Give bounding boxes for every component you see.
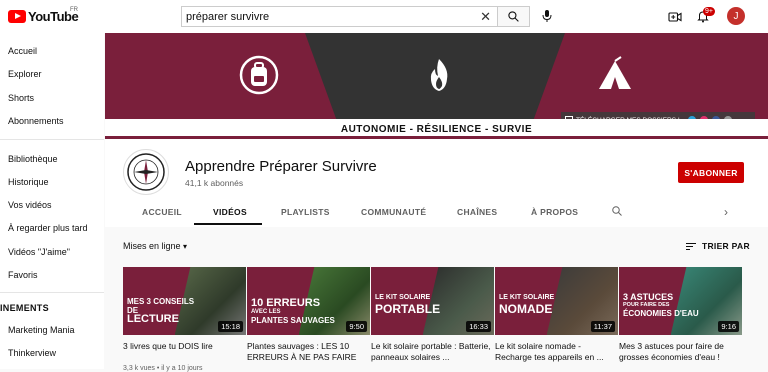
search-icon (508, 11, 519, 22)
notification-badge: 9+ (703, 7, 715, 16)
thumbnail-text: 3 ASTUCES POUR FAIRE DES ÉCONOMIES D'EAU (623, 292, 699, 319)
video-duration: 9:50 (346, 321, 367, 332)
video-camera-plus-icon (668, 12, 682, 22)
sidebar-subscription-item[interactable]: Marketing Mania (8, 325, 75, 335)
search-button[interactable] (497, 6, 530, 27)
logo-country: FR (70, 7, 78, 13)
sidebar-item-liked-videos[interactable]: Vidéos "J'aime" (8, 247, 70, 257)
subscribe-button[interactable]: S'ABONNER (678, 162, 744, 183)
thumbnail-text: 10 ERREURS AVEC LES PLANTES SAUVAGES (251, 297, 335, 325)
thumbnail-text: LE KIT SOLAIRE PORTABLE (375, 293, 440, 316)
thumbnail-line: NOMADE (499, 302, 553, 316)
channel-banner: TÉLÉCHARGER MES DOSSIERS ! AUTONOMIE - R… (105, 33, 768, 139)
video-card[interactable]: LE KIT SOLAIRE NOMADE 11:37 Le kit solai… (495, 267, 618, 363)
sidebar-item-library[interactable]: Bibliothèque (8, 154, 58, 164)
channel-avatar[interactable] (123, 149, 169, 195)
video-duration: 15:18 (218, 321, 243, 332)
sidebar-item-your-videos[interactable]: Vos vidéos (8, 200, 52, 210)
sidebar-item-favorites[interactable]: Favoris (8, 270, 38, 280)
video-title[interactable]: Mes 3 astuces pour faire de grosses écon… (619, 341, 742, 363)
sidebar-subscription-item[interactable]: Thinkerview (8, 348, 56, 358)
thumbnail-line: 3 ASTUCES (623, 292, 674, 302)
tab-about[interactable]: À PROPOS (531, 207, 578, 217)
sidebar-item-watch-later[interactable]: À regarder plus tard (8, 223, 88, 233)
thumbnail-line: PORTABLE (375, 302, 441, 316)
voice-search-button[interactable] (541, 9, 553, 28)
search-box: ✕ (181, 6, 498, 27)
filter-row: Mises en ligne ▾ TRIER PAR (105, 227, 768, 265)
youtube-play-icon (8, 10, 26, 23)
microphone-icon (542, 10, 552, 22)
sidebar: Accueil Explorer Shorts Abonnements Bibl… (0, 33, 104, 369)
thumbnail-line: POUR FAIRE DES (623, 302, 670, 308)
sort-label: TRIER PAR (702, 241, 750, 251)
account-avatar[interactable]: J (727, 7, 745, 25)
compass-logo-icon (127, 153, 165, 191)
thumbnail-line: MES 3 CONSEILS (127, 297, 195, 306)
tab-videos[interactable]: VIDÉOS (213, 207, 247, 217)
channel-name: Apprendre Préparer Survivre (185, 158, 377, 175)
video-title[interactable]: 3 livres que tu DOIS lire (123, 341, 246, 363)
active-tab-indicator (194, 223, 262, 225)
sidebar-divider (0, 139, 104, 140)
thumbnail-line: ÉCONOMIES D'EAU (623, 309, 699, 318)
banner-motto: AUTONOMIE - RÉSILIENCE - SURVIE (340, 123, 533, 135)
video-duration: 16:33 (466, 321, 491, 332)
sidebar-item-history[interactable]: Historique (8, 177, 49, 187)
backpack-icon (239, 55, 279, 95)
top-bar: YouTube FR ✕ 9+ J (0, 0, 768, 33)
thumbnail-text: MES 3 CONSEILS DE LECTURE (127, 297, 195, 325)
chevron-down-icon: ▾ (183, 242, 188, 251)
fire-icon (430, 59, 448, 91)
sidebar-divider (0, 292, 104, 293)
video-title[interactable]: Le kit solaire nomade - Recharge tes app… (495, 341, 618, 363)
video-card[interactable]: LE KIT SOLAIRE PORTABLE 16:33 Le kit sol… (371, 267, 494, 363)
video-title[interactable]: Le kit solaire portable : Batterie, pann… (371, 341, 494, 363)
tab-channels[interactable]: CHAÎNES (457, 207, 497, 217)
sidebar-item-subscriptions[interactable]: Abonnements (8, 116, 64, 126)
video-thumbnail[interactable]: 10 ERREURS AVEC LES PLANTES SAUVAGES 9:5… (247, 267, 370, 335)
video-thumbnail[interactable]: 3 ASTUCES POUR FAIRE DES ÉCONOMIES D'EAU… (619, 267, 742, 335)
sidebar-item-shorts[interactable]: Shorts (8, 93, 34, 103)
tab-home[interactable]: ACCUEIL (142, 207, 182, 217)
uploads-label: Mises en ligne (123, 241, 181, 251)
video-card[interactable]: MES 3 CONSEILS DE LECTURE 15:18 3 livres… (123, 267, 246, 372)
thumbnail-line: LECTURE (127, 313, 179, 325)
create-video-button[interactable] (668, 10, 682, 28)
sort-icon (686, 242, 696, 250)
chevron-right-icon[interactable]: › (724, 205, 728, 219)
video-duration: 9:16 (718, 321, 739, 332)
video-thumbnail[interactable]: LE KIT SOLAIRE NOMADE 11:37 (495, 267, 618, 335)
sidebar-item-explore[interactable]: Explorer (8, 69, 42, 79)
video-card[interactable]: 10 ERREURS AVEC LES PLANTES SAUVAGES 9:5… (247, 267, 370, 363)
video-duration: 11:37 (590, 321, 615, 332)
thumbnail-line: LE KIT SOLAIRE (499, 294, 555, 301)
uploads-dropdown[interactable]: Mises en ligne ▾ (123, 241, 187, 251)
subscriber-count: 41,1 k abonnés (185, 178, 244, 188)
channel-header: Apprendre Préparer Survivre 41,1 k abonn… (105, 139, 768, 227)
video-card[interactable]: 3 ASTUCES POUR FAIRE DES ÉCONOMIES D'EAU… (619, 267, 742, 363)
thumbnail-line: AVEC LES (251, 309, 281, 315)
tab-community[interactable]: COMMUNAUTÉ (361, 207, 426, 217)
channel-search-icon[interactable] (611, 205, 623, 217)
tab-playlists[interactable]: PLAYLISTS (281, 207, 330, 217)
thumbnail-line: 10 ERREURS (251, 297, 321, 309)
video-thumbnail[interactable]: MES 3 CONSEILS DE LECTURE 15:18 (123, 267, 246, 335)
sort-button[interactable]: TRIER PAR (685, 241, 750, 251)
video-thumbnail[interactable]: LE KIT SOLAIRE PORTABLE 16:33 (371, 267, 494, 335)
sidebar-item-home[interactable]: Accueil (8, 46, 37, 56)
video-title[interactable]: Plantes sauvages : LES 10 ERREURS À NE P… (247, 341, 370, 363)
clear-search-icon[interactable]: ✕ (480, 9, 491, 25)
thumbnail-text: LE KIT SOLAIRE NOMADE (499, 293, 554, 316)
search-input[interactable] (182, 7, 472, 27)
tent-icon (599, 56, 631, 89)
thumbnail-line: PLANTES SAUVAGES (251, 316, 335, 325)
youtube-logo[interactable]: YouTube FR (8, 7, 79, 24)
sidebar-section-title: INEMENTS (0, 303, 49, 313)
thumbnail-line: LE KIT SOLAIRE (375, 294, 431, 301)
